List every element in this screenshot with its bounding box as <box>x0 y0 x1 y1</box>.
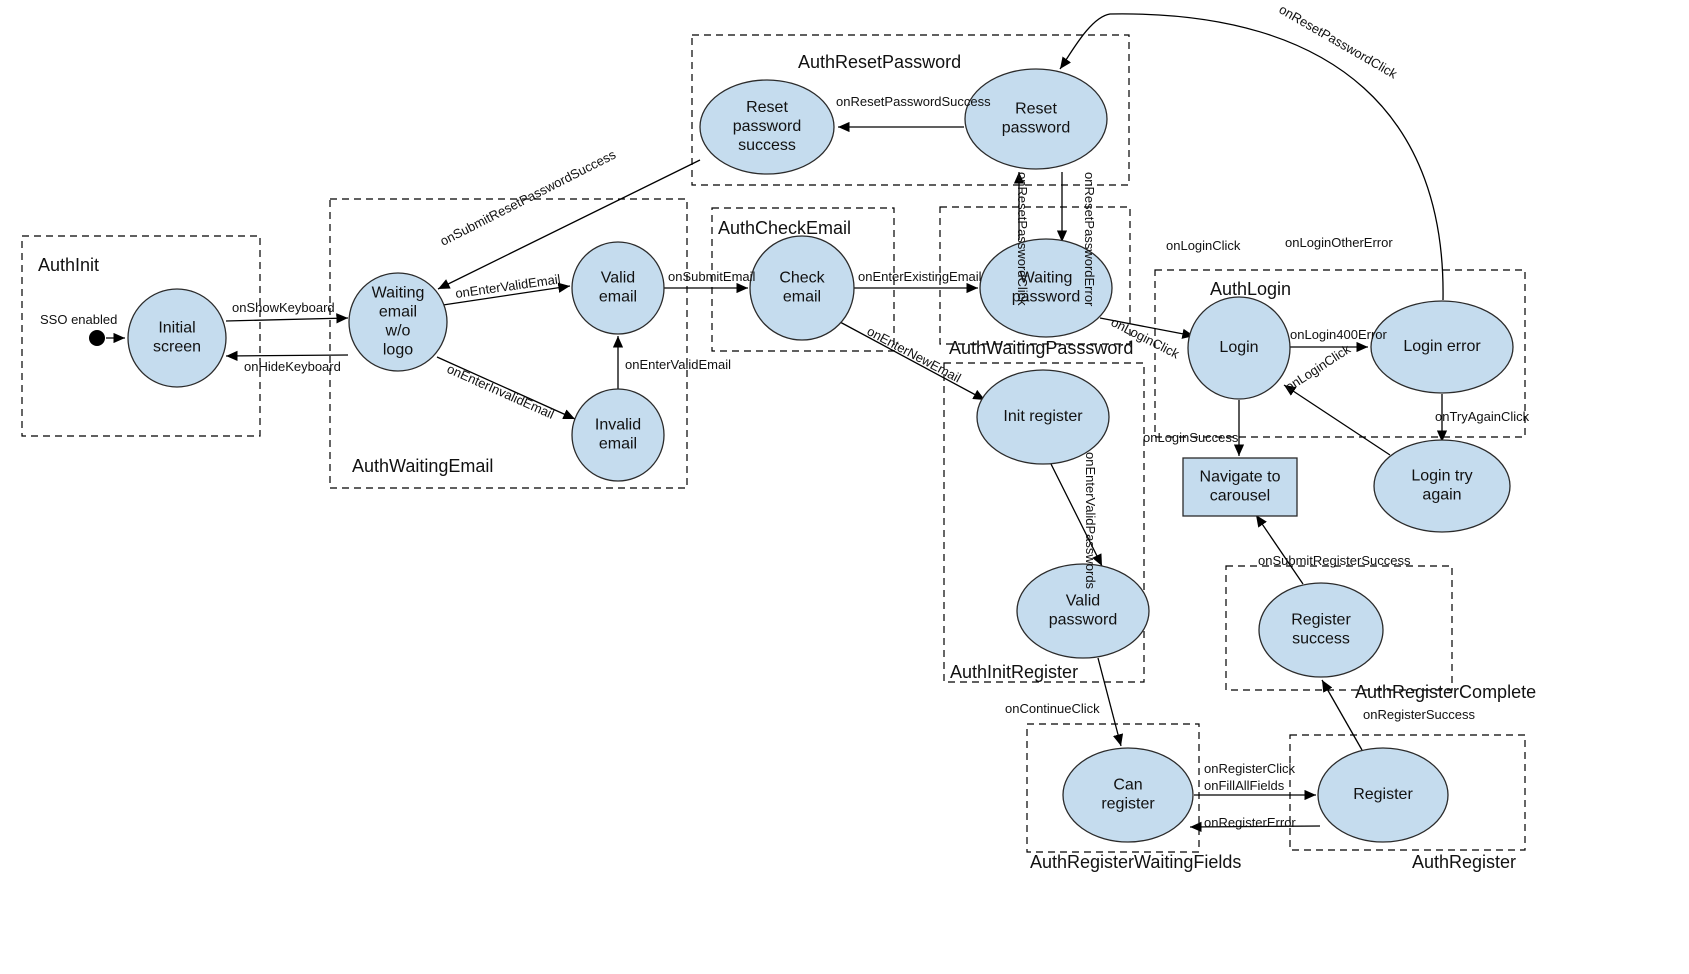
region-label-authregisterwaitingfields: AuthRegisterWaitingFields <box>1030 852 1241 872</box>
edge-label-loginerror-to-logintryagain: onTryAgainClick <box>1435 409 1530 424</box>
edge-label-loginclick-top-label: onLoginClick <box>1166 238 1241 253</box>
edge-label-register-to-registersuccess: onRegisterSuccess <box>1363 707 1475 722</box>
edge-label-validpwd-to-canregister: onContinueClick <box>1005 701 1100 716</box>
edge-label-resetpwdsuccess-to-waiting: onSubmitResetPasswordSuccess <box>438 147 619 249</box>
region-label-authlogin: AuthLogin <box>1210 279 1291 299</box>
node-label-login_try_again: again <box>1422 487 1461 504</box>
state-node-check_email[interactable]: Check email <box>749 235 855 341</box>
node-label-navigate_to_carousel: carousel <box>1210 488 1270 505</box>
edge-label-login-to-navigate: onLoginSuccess <box>1143 430 1239 445</box>
edge-label-initial-to-waiting: onShowKeyboard <box>232 300 335 315</box>
edge-label-checkemail-to-waitingpwd: onEnterExistingEmail <box>858 269 982 284</box>
node-label-waiting_email_wo_logo: w/o <box>385 323 411 340</box>
edge-logintryagain-to-login <box>1283 384 1391 456</box>
edge-label-registersuccess-to-navigate: onSubmitRegisterSuccess <box>1258 553 1411 568</box>
node-label-invalid_email: email <box>599 436 637 453</box>
state-node-login[interactable]: Login <box>1187 296 1291 400</box>
node-label-waiting_email_wo_logo: Waiting <box>372 285 425 302</box>
state-node-navigate_to_carousel[interactable]: Navigate to carousel <box>1182 457 1298 517</box>
region-label-authresetpassword: AuthResetPassword <box>798 52 961 72</box>
state-node-login_error[interactable]: Login error <box>1370 300 1514 394</box>
node-label-reset_password: Reset <box>1015 101 1057 118</box>
edge-label-invalidemail-to-validemail: onEnterValidEmail <box>625 357 731 372</box>
node-label-navigate_to_carousel: Navigate to <box>1200 469 1281 486</box>
node-label-login_error: Login error <box>1403 338 1481 355</box>
node-label-initial_screen: Initial <box>158 320 195 337</box>
region-label-authwaitingemail: AuthWaitingEmail <box>352 456 493 476</box>
node-label-check_email: Check <box>779 270 825 287</box>
node-label-login_try_again: Login try <box>1411 468 1472 485</box>
state-node-register[interactable]: Register <box>1317 747 1449 843</box>
node-label-reset_password_success: password <box>733 118 801 135</box>
edge-label-waiting-to-initial: onHideKeyboard <box>244 359 341 374</box>
node-label-valid_password: Valid <box>1066 593 1100 610</box>
region-label-authcheckemail: AuthCheckEmail <box>718 218 851 238</box>
edge-label-validemail-to-checkemail: onSubmitEmail <box>668 269 756 284</box>
region-label-authinit: AuthInit <box>38 255 99 275</box>
state-node-can_register[interactable]: Can register <box>1062 747 1194 843</box>
edge-label-loginerror-to-resetpwd: onResetPasswordClick <box>1277 2 1401 82</box>
state-node-register_success[interactable]: Register success <box>1258 582 1384 678</box>
node-label-valid_email: email <box>599 289 637 306</box>
state-machine-diagram: AuthInit AuthWaitingEmail AuthResetPasswor… <box>21 2 1536 872</box>
node-label-can_register: Can <box>1113 777 1142 794</box>
edge-label-canregister-to-register: onRegisterClick <box>1204 761 1296 776</box>
region-label-authregister: AuthRegister <box>1412 852 1516 872</box>
start-marker: SSO enabled <box>40 312 117 346</box>
edge-registersuccess-to-navigate <box>1255 514 1304 585</box>
node-label-reset_password_success: success <box>738 137 796 154</box>
edge-label-canregister-to-register-2: onFillAllFields <box>1204 778 1285 793</box>
state-diagram-canvas: AuthInit AuthWaitingEmail AuthResetPasswor… <box>0 0 1689 974</box>
edge-loginerror-to-resetpwd <box>1059 13 1444 301</box>
start-marker-label: SSO enabled <box>40 312 117 327</box>
edge-label-resetpwd-to-resetpwdsuccess: onResetPasswordSuccess <box>836 94 991 109</box>
state-node-invalid_email[interactable]: Invalid email <box>571 388 665 482</box>
node-label-can_register: register <box>1101 796 1155 813</box>
node-label-initial_screen: screen <box>153 339 201 356</box>
node-label-register_success: success <box>1292 631 1350 648</box>
node-label-check_email: email <box>783 289 821 306</box>
node-label-valid_password: password <box>1049 612 1117 629</box>
edge-label-login-to-loginerror: onLogin400Error <box>1290 327 1388 342</box>
state-node-reset_password[interactable]: Reset password <box>964 68 1108 170</box>
edge-label-waitingpwd-to-resetpwd: onResetPasswordClick <box>1015 172 1030 306</box>
edge-waiting-to-initial <box>225 350 349 362</box>
edge-label-logintryagain-to-login: onLoginClick <box>1282 341 1353 394</box>
node-label-invalid_email: Invalid <box>595 417 641 434</box>
edge-labels-layer: onShowKeyboard onHideKeyboard onEnterValid… <box>232 2 1530 830</box>
state-node-waiting_email_wo_logo[interactable]: Waiting email w/o logo <box>348 272 448 372</box>
node-label-reset_password: password <box>1002 120 1070 137</box>
node-label-valid_email: Valid <box>601 270 635 287</box>
edge-label-resetpwd-to-waitingpwd: onResetPasswordError <box>1082 172 1097 307</box>
node-label-register_success: Register <box>1291 612 1351 629</box>
node-label-register: Register <box>1353 786 1413 803</box>
state-node-valid_email[interactable]: Valid email <box>571 241 665 335</box>
state-node-init_register[interactable]: Init register <box>976 369 1110 465</box>
state-node-reset_password_success[interactable]: Reset password success <box>699 79 835 175</box>
edge-label-initregister-to-validpwd: onEnterValidPasswords <box>1083 452 1098 590</box>
state-node-valid_password[interactable]: Valid password <box>1016 563 1150 659</box>
region-label-authinitregister: AuthInitRegister <box>950 662 1078 682</box>
edge-validpwd-to-canregister <box>1097 657 1124 747</box>
node-label-login: Login <box>1219 339 1258 356</box>
edge-label-waiting-to-invalidemail: onEnterInvalidEmail <box>445 361 557 422</box>
start-state-dot <box>89 330 105 346</box>
node-label-init_register: Init register <box>1003 408 1083 425</box>
edge-label-loginothererror-top-label: onLoginOtherError <box>1285 235 1393 250</box>
node-label-reset_password_success: Reset <box>746 99 788 116</box>
node-label-waiting_email_wo_logo: logo <box>383 342 413 359</box>
state-node-login_try_again[interactable]: Login try again <box>1373 439 1511 533</box>
edge-label-register-to-canregister: onRegisterError <box>1204 815 1296 830</box>
node-label-waiting_email_wo_logo: email <box>379 304 417 321</box>
edge-label-waiting-to-validemail: onEnterValidEmail <box>454 271 561 301</box>
state-node-initial_screen[interactable]: Initial screen <box>127 288 227 388</box>
region-label-authregistercomplete: AuthRegisterComplete <box>1355 682 1536 702</box>
region-label-authwaitingpassword: AuthWaitingPasssword <box>949 338 1133 358</box>
